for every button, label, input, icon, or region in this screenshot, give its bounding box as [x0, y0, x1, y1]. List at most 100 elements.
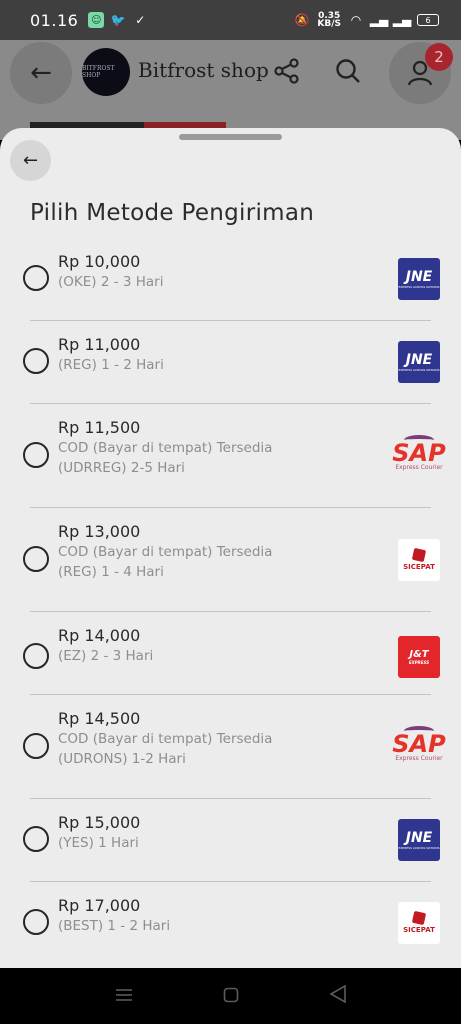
battery-icon: 6: [417, 14, 439, 26]
option-text: Rp 13,000 COD (Bayar di tempat) Tersedia…: [58, 522, 358, 582]
sheet-back-button[interactable]: ←: [10, 140, 51, 181]
sicepat-logo-text: SICEPAT: [403, 926, 435, 934]
search-button[interactable]: [331, 54, 365, 88]
status-right: 🔕 0.35 KB/S ◠ ▂▄ ▂▄ 6: [294, 12, 439, 29]
radio-button[interactable]: [23, 348, 49, 374]
shipping-options-list: Rp 10,000 (OKE) 2 - 3 Hari JNE EXPRESS A…: [0, 238, 461, 965]
jne-logo: JNE EXPRESS ACROSS NATIONS: [398, 258, 440, 300]
option-service: (REG) 1 - 4 Hari: [58, 564, 164, 580]
option-text: Rp 14,500 COD (Bayar di tempat) Tersedia…: [58, 709, 358, 769]
jne-logo: JNE EXPRESS ACROSS NATIONS: [398, 341, 440, 383]
option-service: (REG) 1 - 2 Hari: [58, 357, 164, 373]
search-icon: [336, 59, 360, 83]
option-price: Rp 11,000: [58, 335, 141, 354]
arrow-left-icon: ←: [30, 58, 52, 88]
app-header: ← BITFROST SHOP Bitfrost shop 2: [0, 40, 461, 140]
signal-icon: ▂▄: [369, 13, 389, 27]
option-price: Rp 17,000: [58, 896, 141, 915]
option-cod: COD (Bayar di tempat) Tersedia: [58, 440, 273, 456]
option-text: Rp 11,500 COD (Bayar di tempat) Tersedia…: [58, 418, 358, 478]
sicepat-logo: SICEPAT: [398, 539, 440, 581]
jnt-logo: J&T EXPRESS: [398, 636, 440, 678]
sap-logo: SAP Express Courier: [391, 432, 447, 474]
signal-2-icon: ▂▄: [392, 13, 412, 27]
option-price: Rp 14,500: [58, 709, 141, 728]
radio-button[interactable]: [23, 265, 49, 291]
shipping-option[interactable]: Rp 10,000 (OKE) 2 - 3 Hari JNE EXPRESS A…: [23, 238, 440, 321]
account-badge: 2: [425, 43, 453, 71]
option-service: (UDRREG) 2-5 Hari: [58, 460, 185, 476]
back-button[interactable]: [329, 984, 346, 1009]
jnt-logo-text: J&T: [409, 649, 429, 660]
sicepat-mark: [411, 547, 427, 563]
option-text: Rp 17,000 (BEST) 1 - 2 Hari: [58, 896, 358, 936]
radio-button[interactable]: [23, 442, 49, 468]
status-bar: 01.16 ☺ 🐦 ✓ 🔕 0.35 KB/S ◠ ▂▄ ▂▄ 6: [0, 0, 461, 40]
jne-logo-tag: EXPRESS ACROSS NATIONS: [398, 846, 440, 850]
shipping-option[interactable]: Rp 13,000 COD (Bayar di tempat) Tersedia…: [23, 508, 440, 612]
option-cod: COD (Bayar di tempat) Tersedia: [58, 544, 273, 560]
option-service: (OKE) 2 - 3 Hari: [58, 274, 164, 290]
shipping-option[interactable]: Rp 11,000 (REG) 1 - 2 Hari JNE EXPRESS A…: [23, 321, 440, 404]
jne-logo-tag: EXPRESS ACROSS NATIONS: [398, 368, 440, 372]
share-button[interactable]: [270, 54, 304, 88]
option-price: Rp 10,000: [58, 252, 141, 271]
option-service: (UDRONS) 1-2 Hari: [58, 751, 186, 767]
radio-button[interactable]: [23, 909, 49, 935]
sicepat-mark: [411, 910, 427, 926]
shipping-method-sheet: ← Pilih Metode Pengiriman Rp 10,000 (OKE…: [0, 128, 461, 968]
mute-icon: 🔕: [294, 13, 310, 27]
option-price: Rp 15,000: [58, 813, 141, 832]
twitter-icon: 🐦: [110, 13, 126, 27]
sap-logo-text: SAP: [392, 439, 446, 467]
radio-button[interactable]: [23, 546, 49, 572]
option-text: Rp 14,000 (EZ) 2 - 3 Hari: [58, 626, 358, 666]
shipping-option[interactable]: Rp 14,500 COD (Bayar di tempat) Tersedia…: [23, 695, 446, 799]
jne-logo-text: JNE: [405, 352, 433, 368]
sap-logo-tag: Express Courier: [395, 755, 443, 762]
option-text: Rp 10,000 (OKE) 2 - 3 Hari: [58, 252, 358, 292]
wifi-icon: ◠: [350, 13, 362, 27]
jne-logo-text: JNE: [405, 269, 433, 285]
system-nav-bar: [0, 968, 461, 1024]
shipping-option[interactable]: Rp 17,000 (BEST) 1 - 2 Hari SICEPAT: [23, 882, 440, 965]
sap-logo: SAP Express Courier: [391, 723, 447, 765]
notification-icons: ☺ 🐦 ✓: [88, 12, 148, 28]
option-text: Rp 11,000 (REG) 1 - 2 Hari: [58, 335, 358, 375]
download-done-icon: ✓: [135, 13, 146, 27]
sicepat-logo-text: SICEPAT: [403, 563, 435, 571]
sheet-title: Pilih Metode Pengiriman: [30, 200, 315, 226]
jne-logo-text: JNE: [405, 830, 433, 846]
radio-button[interactable]: [23, 826, 49, 852]
option-price: Rp 14,000: [58, 626, 141, 645]
jne-logo-tag: EXPRESS ACROSS NATIONS: [398, 285, 440, 289]
sap-logo-tag: Express Courier: [395, 464, 443, 471]
shipping-option[interactable]: Rp 15,000 (YES) 1 Hari JNE EXPRESS ACROS…: [23, 799, 440, 882]
home-button[interactable]: [223, 984, 239, 1009]
shipping-option[interactable]: Rp 11,500 COD (Bayar di tempat) Tersedia…: [23, 404, 446, 508]
shop-logo: BITFROST SHOP: [82, 48, 130, 96]
square-icon: [224, 987, 239, 1002]
drag-handle[interactable]: [179, 134, 282, 140]
network-speed-unit: KB/S: [317, 19, 341, 29]
share-icon: [274, 58, 299, 84]
status-time: 01.16: [30, 10, 79, 30]
sap-logo-text: SAP: [392, 730, 446, 758]
jnt-logo-tag: EXPRESS: [408, 660, 430, 665]
option-cod: COD (Bayar di tempat) Tersedia: [58, 731, 273, 747]
option-service: (EZ) 2 - 3 Hari: [58, 648, 154, 664]
radio-button[interactable]: [23, 733, 49, 759]
sicepat-logo: SICEPAT: [398, 902, 440, 944]
recents-button[interactable]: [115, 984, 133, 1009]
shop-name: Bitfrost shop: [138, 58, 269, 82]
header-back-button[interactable]: ←: [10, 42, 72, 104]
app-notification-icon: ☺: [88, 12, 105, 28]
option-text: Rp 15,000 (YES) 1 Hari: [58, 813, 358, 853]
shipping-option[interactable]: Rp 14,000 (EZ) 2 - 3 Hari J&T EXPRESS: [23, 612, 440, 695]
jne-logo: JNE EXPRESS ACROSS NATIONS: [398, 819, 440, 861]
menu-icon: [116, 988, 133, 1001]
triangle-back-icon: [329, 984, 346, 1003]
option-price: Rp 13,000: [58, 522, 141, 541]
option-service: (YES) 1 Hari: [58, 835, 139, 851]
radio-button[interactable]: [23, 643, 49, 669]
